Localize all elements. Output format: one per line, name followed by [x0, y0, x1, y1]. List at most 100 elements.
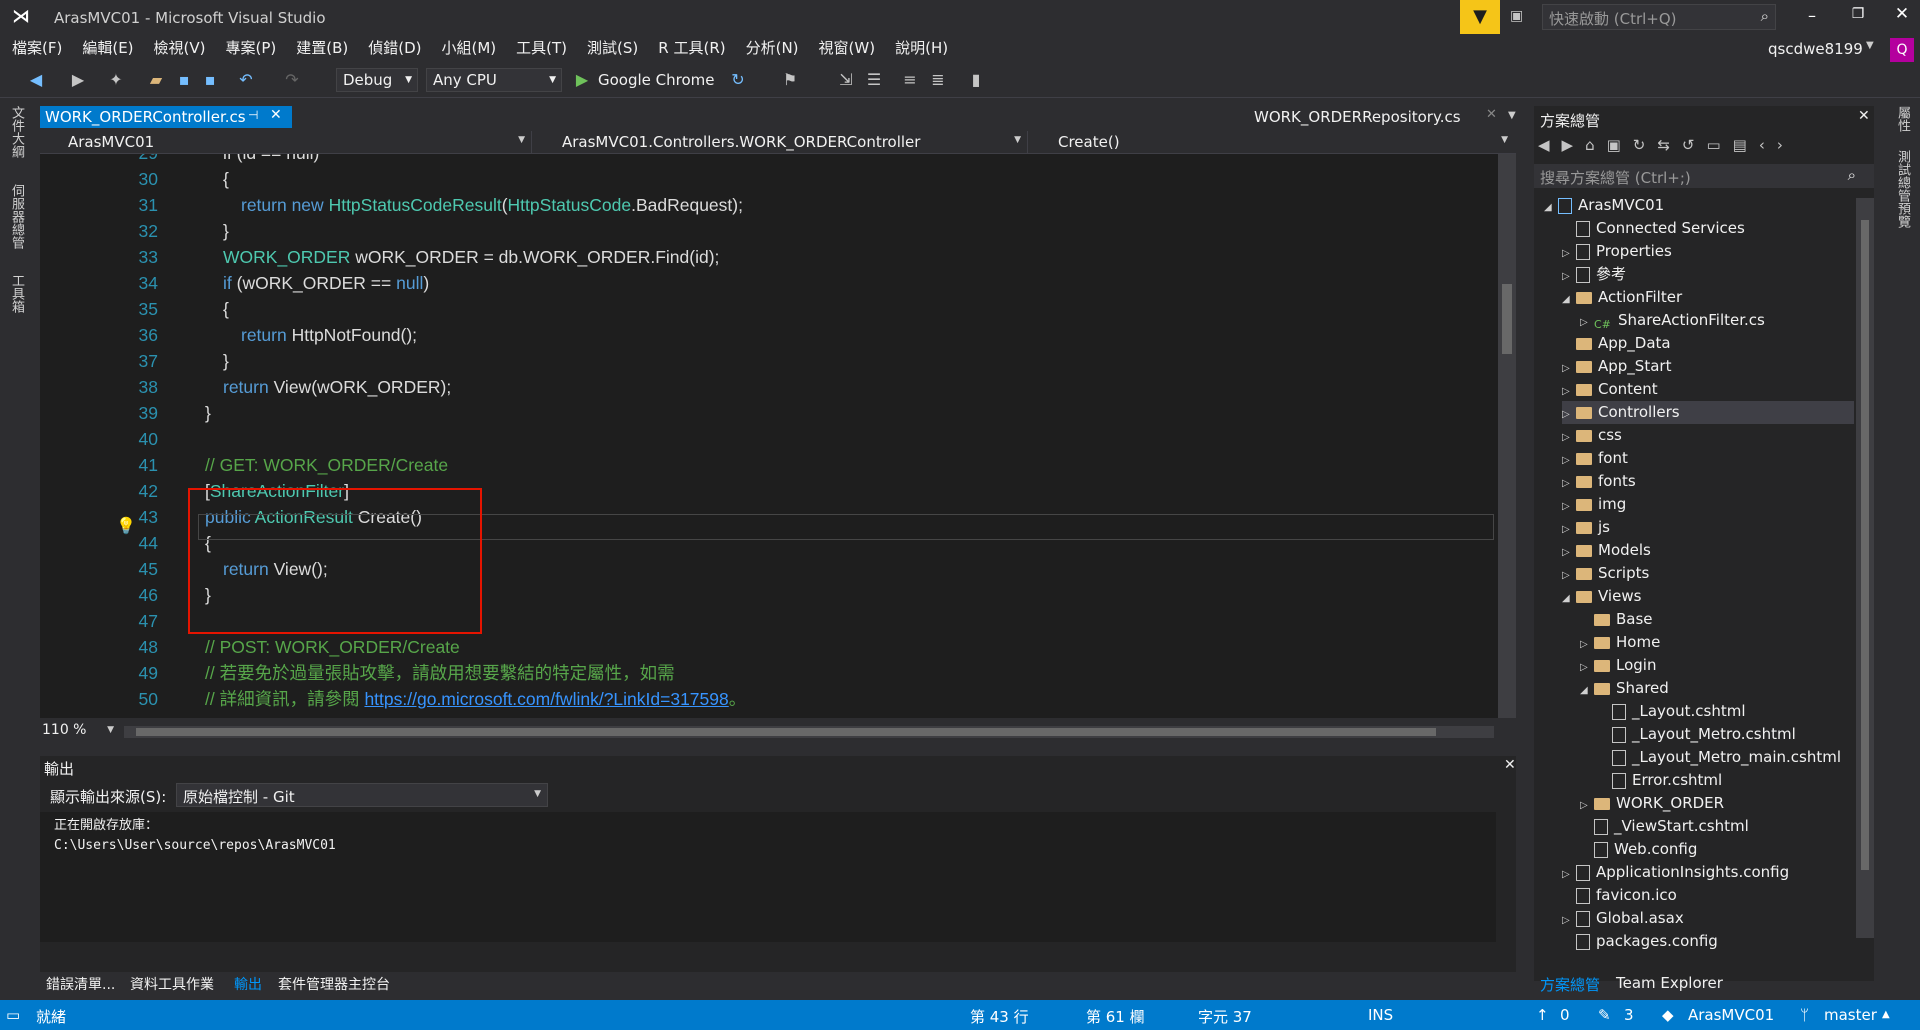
forward-icon[interactable]: ▶ [68, 70, 88, 90]
tree-item[interactable]: ◢ Views [1562, 585, 1641, 608]
editor-tab-active[interactable]: WORK_ORDERController.cs ⊣ ✕ [40, 106, 292, 128]
tree-item[interactable]: ▷ img [1562, 493, 1626, 516]
collapsed-arrow-icon[interactable]: ▷ [1562, 449, 1576, 472]
collapsed-arrow-icon[interactable]: ▷ [1562, 403, 1576, 426]
step-icon[interactable]: ⇲ [836, 70, 856, 90]
code-line[interactable]: 32} [40, 218, 1480, 244]
solution-tab-active[interactable]: 方案總管 [1536, 972, 1608, 996]
tree-item[interactable]: Base [1580, 608, 1653, 631]
quick-launch-input[interactable]: 快速啟動 (Ctrl+Q) ⌕ [1542, 4, 1776, 30]
tree-item[interactable]: ▷ Properties [1562, 240, 1672, 263]
save-icon[interactable]: ▪ [174, 70, 194, 90]
close-button[interactable]: ✕ [1890, 4, 1914, 28]
tree-item[interactable]: ▷ 參考 [1562, 263, 1626, 286]
menu-item[interactable]: 編輯(E) [72, 34, 143, 62]
tab-overflow-icon[interactable]: ▼ [1508, 110, 1516, 121]
branch-icon[interactable]: ᛘ [1800, 1006, 1809, 1024]
nav-project-dropdown[interactable]: ArasMVC01 ▼ [42, 131, 532, 153]
tree-item[interactable]: ◢ Shared [1580, 677, 1669, 700]
collapsed-arrow-icon[interactable]: ▷ [1562, 357, 1576, 380]
open-icon[interactable]: ▰ [146, 70, 166, 90]
redo-icon[interactable]: ↷ [282, 70, 302, 90]
expanded-arrow-icon[interactable]: ◢ [1562, 288, 1576, 311]
collapsed-arrow-icon[interactable]: ▷ [1562, 265, 1576, 288]
tree-item[interactable]: ▷ Content [1562, 378, 1658, 401]
collapsed-arrow-icon[interactable]: ▷ [1562, 863, 1576, 886]
tree-item[interactable]: ▷ WORK_ORDER [1580, 792, 1724, 815]
tree-item[interactable]: ▷ js [1562, 516, 1610, 539]
bottom-tab[interactable]: 錯誤清單... [46, 974, 115, 994]
new-project-icon[interactable]: ✦ [106, 70, 126, 90]
code-line[interactable]: 34 if (wORK_ORDER == null) [40, 270, 1480, 296]
menu-item[interactable]: 小組(M) [432, 34, 507, 62]
menu-item[interactable]: 偵錯(D) [358, 34, 431, 62]
menu-item[interactable]: 工具(T) [506, 34, 577, 62]
tree-item[interactable]: ◢ ArasMVC01 [1544, 194, 1664, 217]
collapsed-arrow-icon[interactable]: ▷ [1562, 426, 1576, 449]
collapsed-arrow-icon[interactable]: ▷ [1562, 541, 1576, 564]
code-line[interactable]: 41 // GET: WORK_ORDER/Create [40, 452, 1480, 478]
tree-item[interactable]: Web.config [1580, 838, 1697, 861]
tree-item[interactable]: ▷ fonts [1562, 470, 1636, 493]
tree-scrollbar-thumb[interactable] [1861, 220, 1869, 870]
menu-item[interactable]: 測試(S) [577, 34, 648, 62]
zoom-dropdown[interactable]: 110 % ▼ [42, 722, 116, 742]
output-source-dropdown[interactable]: 原始檔控制 - Git ▼ [176, 783, 548, 807]
code-line[interactable]: 31 return new HttpStatusCodeResult(HttpSt… [40, 192, 1480, 218]
close-tab-icon[interactable]: ✕ [270, 107, 282, 123]
code-line[interactable]: 39} [40, 400, 1480, 426]
expanded-arrow-icon[interactable]: ◢ [1562, 587, 1576, 610]
notification-flag-icon[interactable]: ▼ [1460, 0, 1500, 34]
doc-outline-tab[interactable]: 文件大綱 [8, 106, 26, 158]
avatar[interactable]: Q [1890, 38, 1914, 62]
minimize-button[interactable]: – [1800, 6, 1824, 26]
collapsed-arrow-icon[interactable]: ▷ [1580, 656, 1594, 679]
menu-item[interactable]: 檔案(F) [2, 34, 72, 62]
tree-item[interactable]: Connected Services [1562, 217, 1745, 240]
tree-item[interactable]: ▷ Models [1562, 539, 1651, 562]
expanded-arrow-icon[interactable]: ◢ [1544, 196, 1558, 219]
code-line[interactable]: 40 [40, 426, 1480, 452]
output-text[interactable]: 正在開啟存放庫： C:\Users\User\source\repos\Aras… [40, 812, 1496, 942]
close-icon[interactable]: ✕ [1858, 108, 1870, 124]
tree-item[interactable]: packages.config [1562, 930, 1718, 953]
collapsed-arrow-icon[interactable]: ▷ [1562, 518, 1576, 541]
pin-icon[interactable]: ⊣ [248, 108, 258, 122]
menu-item[interactable]: R 工具(R) [648, 34, 735, 62]
expanded-arrow-icon[interactable]: ◢ [1580, 679, 1594, 702]
lightbulb-icon[interactable]: 💡 [116, 516, 136, 535]
menu-item[interactable]: 專案(P) [216, 34, 287, 62]
code-line[interactable]: 35 { [40, 296, 1480, 322]
tree-item[interactable]: ▷ App_Start [1562, 355, 1671, 378]
user-dropdown-icon[interactable]: ▼ [1866, 40, 1874, 51]
tree-item[interactable]: App_Data [1562, 332, 1671, 355]
find-icon[interactable]: ⚑ [780, 70, 800, 90]
collapsed-arrow-icon[interactable]: ▷ [1562, 472, 1576, 495]
bookmark-icon[interactable]: ▮ [966, 70, 986, 90]
back-icon[interactable]: ◀ [26, 70, 46, 90]
code-line[interactable]: 30 { [40, 166, 1480, 192]
menu-item[interactable]: 檢視(V) [144, 34, 216, 62]
menu-item[interactable]: 視窗(W) [809, 34, 886, 62]
repo-icon[interactable]: ◆ [1662, 1006, 1674, 1024]
tree-item[interactable]: ▷ Scripts [1562, 562, 1649, 585]
tree-item[interactable]: _Layout_Metro.cshtml [1598, 723, 1796, 746]
status-repo[interactable]: ArasMVC01 [1688, 1006, 1774, 1024]
chevron-up-icon[interactable]: ▲ [1882, 1009, 1890, 1020]
menu-item[interactable]: 分析(N) [736, 34, 809, 62]
collapsed-arrow-icon[interactable]: ▷ [1562, 242, 1576, 265]
collapsed-arrow-icon[interactable]: ▷ [1562, 380, 1576, 403]
tree-item[interactable]: ▷ C# ShareActionFilter.cs [1580, 309, 1765, 332]
editor-tab-other[interactable]: WORK_ORDERRepository.cs ✕ [1250, 106, 1498, 128]
menu-item[interactable]: 說明(H) [885, 34, 958, 62]
tree-item[interactable]: ▷ Global.asax [1562, 907, 1684, 930]
config-dropdown[interactable]: Debug ▼ [336, 68, 418, 92]
collapsed-arrow-icon[interactable]: ▷ [1562, 495, 1576, 518]
tree-item[interactable]: _ViewStart.cshtml [1580, 815, 1749, 838]
tree-item[interactable]: _Layout.cshtml [1598, 700, 1746, 723]
code-line[interactable]: 36 return HttpNotFound(); [40, 322, 1480, 348]
restore-button[interactable]: ❐ [1846, 6, 1870, 26]
output-close-icon[interactable]: ✕ [1504, 757, 1516, 773]
status-pencil[interactable]: 3 [1624, 1006, 1634, 1024]
tree-scrollbar[interactable] [1856, 198, 1874, 938]
